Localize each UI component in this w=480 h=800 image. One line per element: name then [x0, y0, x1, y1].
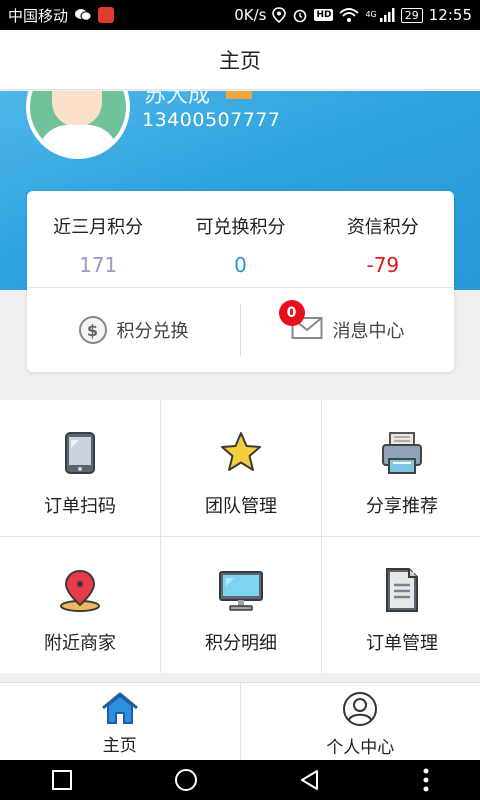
function-grid: 订单扫码 团队管理 分享推荐 附近商家 积分明细 订单管理 — [0, 400, 480, 673]
user-level-badge — [226, 91, 252, 99]
grid-item-label: 订单扫码 — [44, 496, 116, 517]
page-title: 主页 — [219, 48, 261, 73]
printer-icon — [382, 432, 422, 474]
back-icon[interactable] — [299, 769, 321, 791]
carrier-name: 中国移动 — [8, 6, 69, 25]
stat-value: -79 — [366, 253, 400, 277]
points-card: 近三月积分 171 可兑换积分 0 资信积分 -79 $ 积分兑换 0 消息中心 — [27, 191, 454, 372]
grid-item-label: 积分明细 — [205, 633, 277, 654]
bottom-tab-bar: 主页 个人中心 — [0, 682, 480, 760]
tab-label: 个人中心 — [326, 738, 395, 758]
points-exchange-button[interactable]: $ 积分兑换 — [27, 316, 240, 344]
points-exchange-label: 积分兑换 — [116, 321, 189, 342]
grid-item-points-details[interactable]: 积分明细 — [161, 537, 321, 673]
grid-item-order-scan[interactable]: 订单扫码 — [0, 400, 160, 536]
wifi-icon — [339, 8, 360, 22]
stat-recent-points[interactable]: 近三月积分 171 — [27, 191, 169, 287]
stat-value: 171 — [79, 253, 118, 277]
alarm-icon — [294, 9, 307, 23]
hd-badge: HD — [314, 9, 334, 21]
status-bar: 中国移动 0K/s HD 4G 29 12:55 — [0, 0, 480, 30]
grid-item-team-management[interactable]: 团队管理 — [161, 400, 321, 536]
system-navigation-bar — [0, 760, 480, 800]
network-type: 4G — [365, 10, 377, 19]
grid-item-label: 订单管理 — [366, 633, 438, 654]
clock: 12:55 — [428, 6, 472, 24]
avatar[interactable] — [26, 91, 130, 159]
grid-item-nearby-merchants[interactable]: 附近商家 — [0, 537, 160, 673]
tab-personal-center[interactable]: 个人中心 — [241, 683, 480, 760]
stat-credit-points[interactable]: 资信积分 -79 — [312, 191, 454, 287]
wechat-icon — [75, 9, 92, 21]
location-pin-icon — [60, 569, 100, 612]
tab-label: 主页 — [102, 736, 137, 756]
stat-value: 0 — [234, 253, 247, 277]
tablet-icon — [65, 432, 95, 474]
grid-item-label: 附近商家 — [44, 633, 116, 654]
grid-item-order-management[interactable]: 订单管理 — [322, 537, 480, 673]
dollar-coin-icon: $ — [78, 316, 107, 344]
message-center-label: 消息中心 — [332, 321, 405, 342]
stat-label: 可兑换积分 — [195, 217, 286, 238]
signal-icon — [379, 8, 395, 22]
title-bar: 主页 — [0, 30, 480, 90]
stat-redeemable-points[interactable]: 可兑换积分 0 — [169, 191, 311, 287]
monitor-icon — [219, 571, 263, 611]
battery-indicator: 29 — [400, 7, 423, 23]
grid-item-share-recommend[interactable]: 分享推荐 — [322, 400, 480, 536]
user-phone: 13400507777 — [142, 109, 281, 131]
stat-label: 近三月积分 — [53, 217, 144, 238]
grid-item-label: 团队管理 — [205, 496, 277, 517]
message-center-button[interactable]: 0 消息中心 — [241, 299, 454, 345]
message-count-badge: 0 — [278, 299, 305, 326]
tab-home[interactable]: 主页 — [0, 683, 240, 760]
star-icon — [221, 432, 261, 471]
weibo-app-icon — [98, 7, 115, 23]
user-name: 苏大成 — [144, 91, 211, 108]
network-speed: 0K/s — [234, 6, 267, 24]
person-icon — [343, 692, 378, 726]
grid-item-label: 分享推荐 — [366, 496, 438, 517]
home-circle-icon[interactable] — [174, 768, 198, 792]
location-icon — [272, 7, 287, 23]
home-icon — [101, 692, 138, 724]
document-icon — [386, 568, 418, 612]
stat-label: 资信积分 — [346, 217, 419, 238]
recent-apps-icon[interactable] — [51, 769, 73, 791]
menu-dots-icon[interactable] — [422, 767, 430, 793]
